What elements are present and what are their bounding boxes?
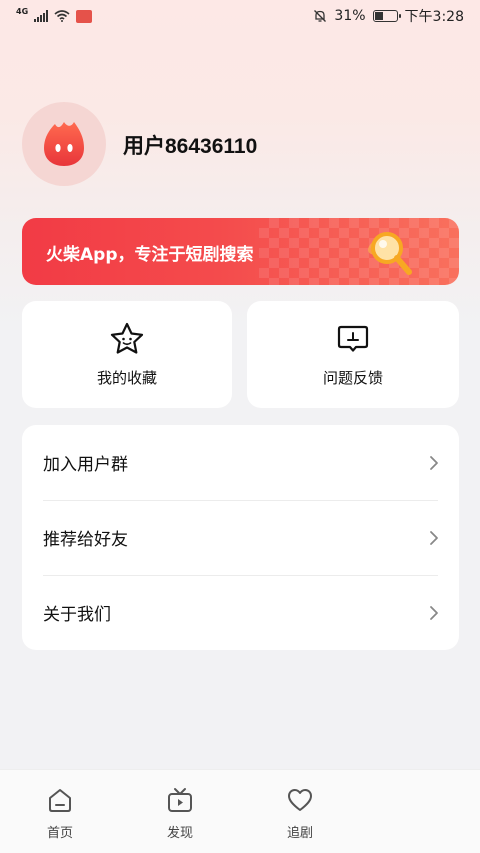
promo-banner[interactable]: 火柴App，专注于短剧搜索 [22,218,459,285]
tab-label: 首页 [46,826,73,841]
banner-text: 火柴App，专注于短剧搜索 [46,245,254,265]
tab-label: 追剧 [286,826,313,841]
chevron-right-icon [430,605,438,620]
menu-item-label: 加入用户群 [43,455,128,475]
username: 用户86436110 [123,135,258,158]
menu-item-recommend[interactable]: 推荐给好友 [22,500,459,575]
star-face-icon [110,322,144,354]
network-type: 4G [16,6,29,16]
tab-following[interactable]: 追剧 [270,786,330,841]
feedback-icon [337,325,369,352]
battery-percent: 31% [334,8,366,24]
status-left: 4G [16,6,93,23]
menu-item-label: 推荐给好友 [43,530,128,550]
tab-label: 发现 [166,826,193,841]
chevron-right-icon [430,455,438,470]
favorites-card[interactable]: 我的收藏 [22,301,232,408]
menu-card: 加入用户群 推荐给好友 关于我们 [22,425,459,650]
flame-mascot-icon [44,122,84,166]
home-icon [49,789,71,812]
menu-item-about[interactable]: 关于我们 [22,575,459,650]
heart-icon [288,789,312,811]
chevron-right-icon [430,530,438,545]
favorites-label: 我的收藏 [96,369,157,387]
status-right: 31% 下午3:28 [313,6,464,26]
notification-app-icon [76,9,93,23]
tab-home[interactable]: 首页 [30,786,90,841]
wifi-icon [54,10,70,22]
battery-icon [372,10,401,22]
menu-item-label: 关于我们 [43,605,111,625]
feedback-label: 问题反馈 [322,369,383,387]
tab-bar: 首页 发现 追剧 [0,769,480,853]
avatar[interactable] [22,102,106,186]
tab-discover[interactable]: 发现 [150,786,210,841]
signal-icon [34,10,49,22]
magnifier-icon [368,232,412,275]
clock: 下午3:28 [404,9,464,25]
status-bar: 4G 31% 下午3:28 [0,0,480,32]
mute-bell-icon [314,10,327,22]
feedback-card[interactable]: 问题反馈 [247,301,459,408]
menu-item-join-group[interactable]: 加入用户群 [22,425,459,500]
tv-play-icon [168,788,192,812]
